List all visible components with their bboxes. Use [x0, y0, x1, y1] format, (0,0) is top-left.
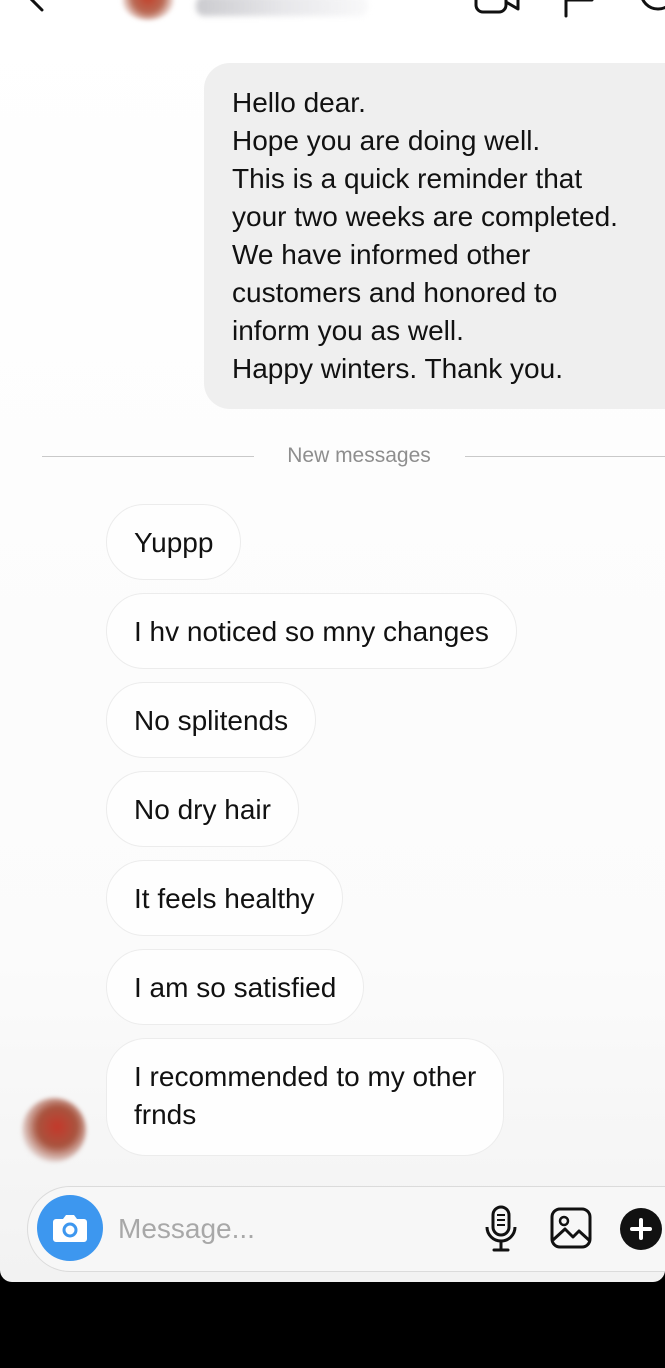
chat-header — [0, 0, 665, 22]
incoming-message-bubble[interactable]: No splitends — [106, 682, 317, 758]
incoming-message-bubble[interactable]: I am so satisfied — [106, 949, 365, 1025]
contact-avatar-blurred[interactable] — [122, 0, 174, 20]
back-arrow-icon[interactable] — [22, 0, 50, 12]
incoming-message-bubble[interactable]: I recommended to my other frnds — [106, 1038, 505, 1156]
divider-line-left — [42, 456, 254, 457]
plus-button[interactable] — [620, 1208, 662, 1250]
incoming-message-bubble[interactable]: No dry hair — [106, 771, 299, 847]
gallery-icon[interactable] — [550, 1207, 592, 1249]
incoming-message-bubble[interactable]: Yuppp — [106, 504, 242, 580]
microphone-icon[interactable] — [484, 1205, 518, 1253]
contact-name-blurred[interactable] — [196, 0, 368, 16]
flag-icon[interactable] — [560, 0, 598, 18]
outgoing-message-text: Hello dear. Hope you are doing well. Thi… — [232, 87, 618, 384]
incoming-message-bubble[interactable]: I hv noticed so mny changes — [106, 593, 517, 669]
camera-icon — [53, 1215, 87, 1242]
message-input[interactable] — [118, 1207, 458, 1251]
camera-button[interactable] — [37, 1195, 103, 1261]
plus-icon — [630, 1218, 652, 1240]
divider-line-right — [465, 456, 665, 457]
incoming-message-bubble[interactable]: It feels healthy — [106, 860, 343, 936]
info-icon[interactable] — [634, 0, 665, 18]
video-call-icon[interactable] — [474, 0, 520, 18]
chat-screen: Hello dear. Hope you are doing well. Thi… — [0, 0, 665, 1282]
new-messages-divider-label: New messages — [287, 444, 431, 467]
sender-avatar-blurred[interactable] — [22, 1098, 86, 1162]
